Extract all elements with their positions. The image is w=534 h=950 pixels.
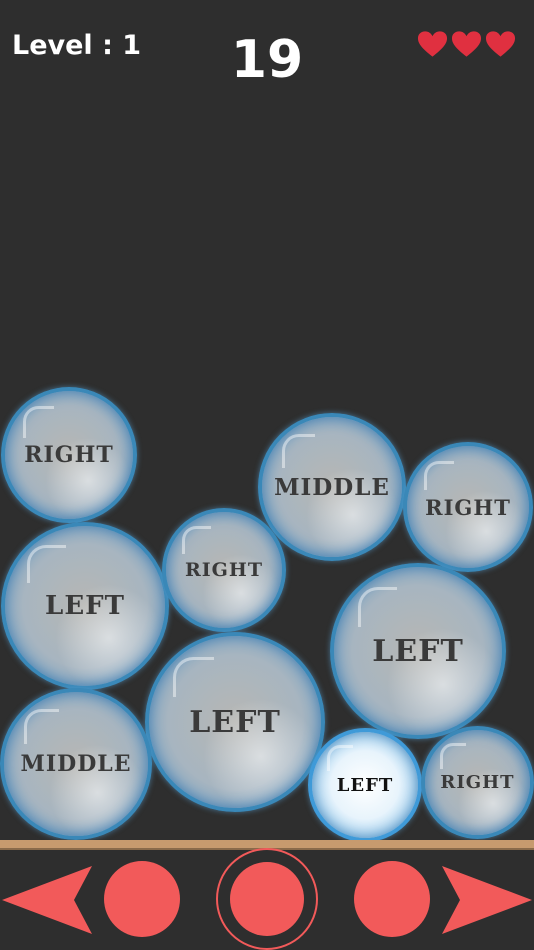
- bubble: LEFT: [145, 632, 325, 812]
- bubble-label: LEFT: [189, 704, 281, 740]
- selected-circle-icon: [230, 862, 304, 936]
- bubble: LEFT: [330, 563, 506, 739]
- bubble-field: RIGHT MIDDLE RIGHT LEFT RIGHT LEFT LEFT …: [0, 0, 534, 850]
- bubble-label: LEFT: [336, 774, 394, 796]
- move-left-button[interactable]: [0, 860, 96, 940]
- drop-right-button[interactable]: [354, 861, 430, 937]
- bubble: MIDDLE: [258, 413, 406, 561]
- bubble: LEFT: [1, 522, 169, 690]
- bubble-label: MIDDLE: [274, 473, 390, 501]
- move-right-button[interactable]: [438, 860, 534, 940]
- bubble-label: RIGHT: [185, 559, 263, 581]
- bubble: MIDDLE: [0, 688, 152, 840]
- bubble-label: RIGHT: [440, 772, 515, 793]
- bubble-label: LEFT: [45, 591, 125, 621]
- bubble: RIGHT: [403, 442, 533, 572]
- drop-left-button[interactable]: [104, 861, 180, 937]
- bubble-label: LEFT: [372, 633, 464, 669]
- bubble-label: MIDDLE: [20, 751, 132, 777]
- bubble: RIGHT: [162, 508, 286, 632]
- bubble-label: RIGHT: [24, 442, 114, 468]
- bubble: RIGHT: [1, 387, 137, 523]
- bubble: RIGHT: [421, 726, 534, 839]
- left-arrow-icon: [2, 866, 92, 934]
- drop-middle-button[interactable]: [216, 848, 318, 950]
- bubble-label: RIGHT: [425, 494, 511, 520]
- control-bar: [0, 848, 534, 950]
- active-bubble: LEFT: [308, 728, 422, 842]
- right-arrow-icon: [442, 866, 532, 934]
